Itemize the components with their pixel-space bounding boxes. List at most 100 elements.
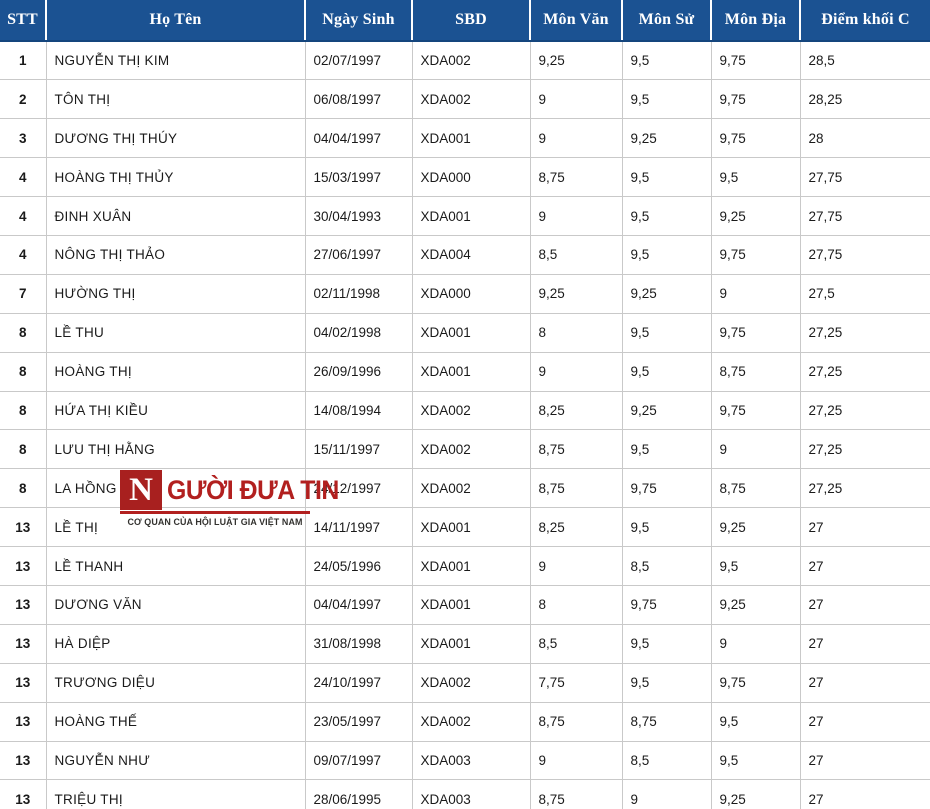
cell-name: TRƯƠNG DIỆU — [46, 663, 305, 702]
cell-score-su: 9,5 — [622, 352, 711, 391]
cell-dob: 06/08/1997 — [305, 80, 412, 119]
table-row[interactable]: 4ĐINH XUÂN30/04/1993XDA00199,59,2527,75 — [0, 197, 930, 236]
cell-name: HÀ DIỆP — [46, 624, 305, 663]
cell-dob: 04/02/1998 — [305, 313, 412, 352]
table-row[interactable]: 1NGUYỄN THỊ KIM02/07/1997XDA0029,259,59,… — [0, 41, 930, 80]
cell-name: HOÀNG THẾ — [46, 702, 305, 741]
cell-name: TRIỆU THỊ — [46, 780, 305, 809]
cell-dob: 23/05/1997 — [305, 702, 412, 741]
cell-stt: 4 — [0, 197, 46, 236]
cell-score-dia: 9,5 — [711, 702, 800, 741]
cell-score-dia: 9,75 — [711, 663, 800, 702]
cell-name: DƯƠNG THỊ THÚY — [46, 119, 305, 158]
cell-score-su: 9,5 — [622, 235, 711, 274]
column-header-dob[interactable]: Ngày Sinh — [305, 0, 412, 41]
cell-stt: 8 — [0, 313, 46, 352]
cell-score-dia: 9,25 — [711, 508, 800, 547]
table-row[interactable]: 3DƯƠNG THỊ THÚY04/04/1997XDA00199,259,75… — [0, 119, 930, 158]
cell-name: DƯƠNG VĂN — [46, 585, 305, 624]
cell-dob: 24/12/1997 — [305, 469, 412, 508]
cell-score-su: 9,5 — [622, 158, 711, 197]
cell-sbd: XDA002 — [412, 430, 530, 469]
table-row[interactable]: 4HOÀNG THỊ THỦY15/03/1997XDA0008,759,59,… — [0, 158, 930, 197]
cell-stt: 4 — [0, 158, 46, 197]
table-row[interactable]: 13TRƯƠNG DIỆU24/10/1997XDA0027,759,59,75… — [0, 663, 930, 702]
column-header-dia[interactable]: Môn Địa — [711, 0, 800, 41]
cell-sbd: XDA004 — [412, 235, 530, 274]
column-header-stt[interactable]: STT — [0, 0, 46, 41]
cell-sbd: XDA002 — [412, 391, 530, 430]
cell-name: HƯỜNG THỊ — [46, 274, 305, 313]
cell-total: 27,75 — [800, 158, 930, 197]
column-header-total[interactable]: Điểm khối C — [800, 0, 930, 41]
cell-score-su: 9,75 — [622, 469, 711, 508]
score-table-container: STT Họ Tên Ngày Sinh SBD Môn Văn Môn Sử … — [0, 0, 930, 809]
cell-score-van: 8,75 — [530, 780, 622, 809]
column-header-name[interactable]: Họ Tên — [46, 0, 305, 41]
cell-total: 27 — [800, 624, 930, 663]
cell-score-van: 8,75 — [530, 702, 622, 741]
cell-score-dia: 9,75 — [711, 41, 800, 80]
table-row[interactable]: 2TÔN THỊ06/08/1997XDA00299,59,7528,25 — [0, 80, 930, 119]
cell-sbd: XDA001 — [412, 624, 530, 663]
cell-score-su: 9,75 — [622, 585, 711, 624]
cell-stt: 13 — [0, 547, 46, 586]
cell-score-su: 9,5 — [622, 624, 711, 663]
cell-score-van: 8,75 — [530, 430, 622, 469]
cell-name: LA HỒNG — [46, 469, 305, 508]
cell-score-dia: 9,25 — [711, 780, 800, 809]
table-row[interactable]: 8LỀ THU04/02/1998XDA00189,59,7527,25 — [0, 313, 930, 352]
cell-sbd: XDA003 — [412, 780, 530, 809]
cell-sbd: XDA000 — [412, 274, 530, 313]
cell-score-dia: 9,5 — [711, 741, 800, 780]
cell-total: 27 — [800, 508, 930, 547]
cell-score-dia: 9 — [711, 624, 800, 663]
table-row[interactable]: 13HÀ DIỆP31/08/1998XDA0018,59,5927 — [0, 624, 930, 663]
cell-score-dia: 9,75 — [711, 391, 800, 430]
table-row[interactable]: 7HƯỜNG THỊ02/11/1998XDA0009,259,25927,5 — [0, 274, 930, 313]
cell-stt: 7 — [0, 274, 46, 313]
cell-name: ĐINH XUÂN — [46, 197, 305, 236]
cell-total: 27,25 — [800, 430, 930, 469]
column-header-van[interactable]: Môn Văn — [530, 0, 622, 41]
cell-score-su: 9,5 — [622, 80, 711, 119]
cell-score-van: 9,25 — [530, 41, 622, 80]
cell-stt: 8 — [0, 430, 46, 469]
table-row[interactable]: 8HỨA THỊ KIỀU14/08/1994XDA0028,259,259,7… — [0, 391, 930, 430]
table-row[interactable]: 8LƯU THỊ HẰNG15/11/1997XDA0028,759,5927,… — [0, 430, 930, 469]
cell-dob: 15/03/1997 — [305, 158, 412, 197]
table-row[interactable]: 8LA HỒNG24/12/1997XDA0028,759,758,7527,2… — [0, 469, 930, 508]
table-row[interactable]: 13HOÀNG THẾ23/05/1997XDA0028,758,759,527 — [0, 702, 930, 741]
table-row[interactable]: 13NGUYỄN NHƯ09/07/1997XDA00398,59,527 — [0, 741, 930, 780]
table-row[interactable]: 8HOÀNG THỊ26/09/1996XDA00199,58,7527,25 — [0, 352, 930, 391]
cell-score-su: 9,5 — [622, 430, 711, 469]
table-row[interactable]: 4NÔNG THỊ THẢO27/06/1997XDA0048,59,59,75… — [0, 235, 930, 274]
cell-stt: 13 — [0, 508, 46, 547]
table-row[interactable]: 13TRIỆU THỊ28/06/1995XDA0038,7599,2527 — [0, 780, 930, 809]
cell-dob: 02/11/1998 — [305, 274, 412, 313]
cell-score-su: 9,25 — [622, 119, 711, 158]
table-row[interactable]: 13LỀ THANH24/05/1996XDA00198,59,527 — [0, 547, 930, 586]
cell-stt: 3 — [0, 119, 46, 158]
cell-score-van: 8,25 — [530, 508, 622, 547]
cell-stt: 13 — [0, 624, 46, 663]
cell-name: LƯU THỊ HẰNG — [46, 430, 305, 469]
cell-name: LỀ THỊ — [46, 508, 305, 547]
cell-total: 27,25 — [800, 391, 930, 430]
cell-score-van: 8 — [530, 585, 622, 624]
column-header-sbd[interactable]: SBD — [412, 0, 530, 41]
cell-stt: 13 — [0, 663, 46, 702]
cell-score-dia: 9,75 — [711, 235, 800, 274]
table-row[interactable]: 13DƯƠNG VĂN04/04/1997XDA00189,759,2527 — [0, 585, 930, 624]
cell-sbd: XDA001 — [412, 585, 530, 624]
cell-score-su: 8,75 — [622, 702, 711, 741]
cell-total: 28,5 — [800, 41, 930, 80]
cell-score-van: 9 — [530, 119, 622, 158]
cell-stt: 4 — [0, 235, 46, 274]
cell-total: 27,25 — [800, 352, 930, 391]
cell-score-van: 9,25 — [530, 274, 622, 313]
column-header-su[interactable]: Môn Sử — [622, 0, 711, 41]
cell-name: HỨA THỊ KIỀU — [46, 391, 305, 430]
cell-dob: 02/07/1997 — [305, 41, 412, 80]
table-row[interactable]: 13LỀ THỊ14/11/1997XDA0018,259,59,2527 — [0, 508, 930, 547]
